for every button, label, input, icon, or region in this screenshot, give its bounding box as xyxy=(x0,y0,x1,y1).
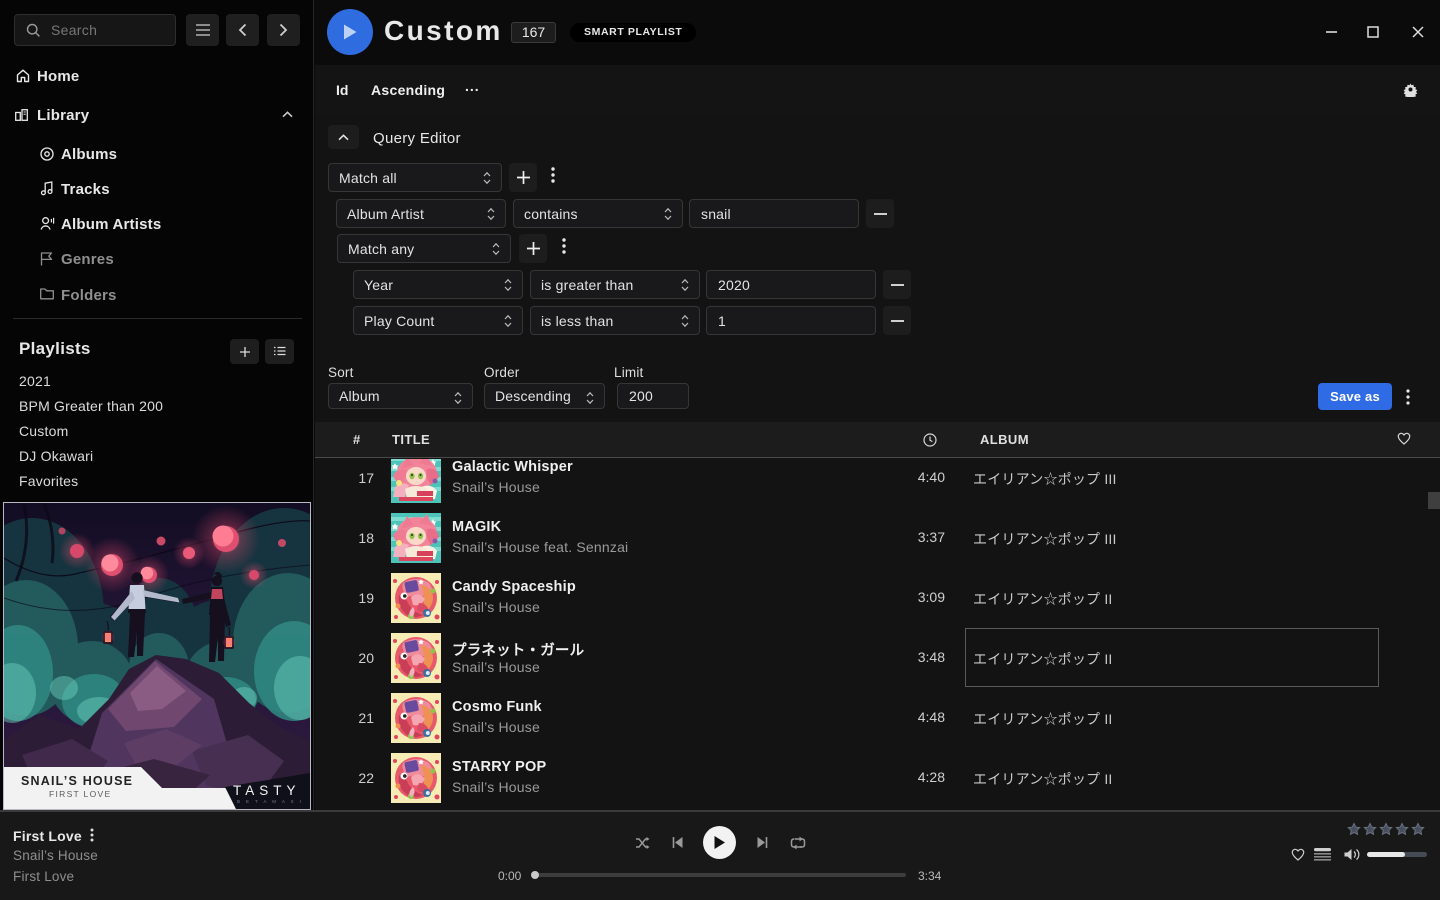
svg-text:SNAIL’S HOUSE: SNAIL’S HOUSE xyxy=(21,774,133,788)
svg-text:TASTY: TASTY xyxy=(233,783,301,798)
svg-text:FIRST LOVE: FIRST LOVE xyxy=(49,789,111,799)
svg-text:B E T A M A X I: B E T A M A X I xyxy=(237,799,303,804)
